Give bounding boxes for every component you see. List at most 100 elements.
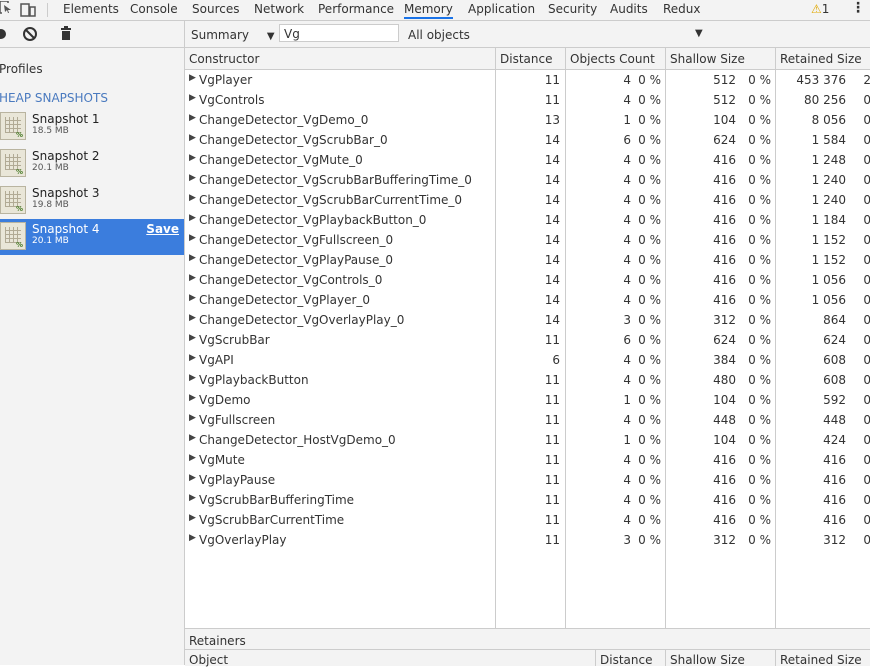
expand-arrow-icon[interactable]: ▶ — [189, 193, 196, 203]
retained-size-value: 1 240 — [811, 193, 846, 207]
expand-arrow-icon[interactable]: ▶ — [189, 413, 196, 423]
table-row[interactable]: ▶ VgOverlayPlay 11 3 0 % 312 0 % 312 0 — [185, 530, 870, 550]
table-row[interactable]: ▶ VgPlayPause 11 4 0 % 416 0 % 416 0 — [185, 470, 870, 490]
more-menu-icon[interactable]: ⋮ — [851, 0, 865, 16]
record-icon[interactable] — [0, 29, 6, 39]
tab-console[interactable]: Console — [130, 2, 178, 16]
inspect-element-icon[interactable] — [0, 0, 12, 18]
snapshot-name: Snapshot 1 — [32, 112, 100, 126]
expand-arrow-icon[interactable]: ▶ — [189, 453, 196, 463]
table-row[interactable]: ▶ ChangeDetector_VgDemo_0 13 1 0 % 104 0 % 8 05… — [185, 110, 870, 130]
shallow-size-percent: 0 % — [748, 133, 771, 147]
tab-application[interactable]: Application — [468, 2, 535, 16]
expand-arrow-icon[interactable]: ▶ — [189, 233, 196, 243]
objects-count-percent: 0 % — [638, 273, 661, 287]
snapshot-item[interactable]: Snapshot 2 20.1 MB — [0, 146, 184, 182]
table-row[interactable]: ▶ VgScrubBarBufferingTime 11 4 0 % 416 0 % 416 0 — [185, 490, 870, 510]
column-header-retained-size[interactable]: Retained Size — [780, 52, 862, 66]
class-filter-input[interactable]: Vg — [279, 24, 399, 42]
expand-arrow-icon[interactable]: ▶ — [189, 213, 196, 223]
table-row[interactable]: ▶ VgScrubBarCurrentTime 11 4 0 % 416 0 % 416 0 — [185, 510, 870, 530]
snapshot-item[interactable]: Snapshot 3 19.8 MB — [0, 183, 184, 219]
table-row[interactable]: ▶ VgFullscreen 11 4 0 % 448 0 % 448 0 — [185, 410, 870, 430]
expand-arrow-icon[interactable]: ▶ — [189, 93, 196, 103]
tab-security[interactable]: Security — [548, 2, 597, 16]
distance-value: 14 — [544, 193, 560, 207]
objects-count-percent: 0 % — [638, 493, 661, 507]
table-row[interactable]: ▶ ChangeDetector_VgFullscreen_0 14 4 0 % 416 0… — [185, 230, 870, 250]
objects-count-value: 4 — [623, 413, 631, 427]
table-row[interactable]: ▶ VgAPI 6 4 0 % 384 0 % 608 0 — [185, 350, 870, 370]
expand-arrow-icon[interactable]: ▶ — [189, 133, 196, 143]
column-header-objects-count[interactable]: Objects Count — [570, 52, 655, 66]
table-row[interactable]: ▶ VgScrubBar 11 6 0 % 624 0 % 624 0 — [185, 330, 870, 350]
expand-arrow-icon[interactable]: ▶ — [189, 313, 196, 323]
tab-network[interactable]: Network — [254, 2, 304, 16]
table-row[interactable]: ▶ VgPlayer 11 4 0 % 512 0 % 453 376 2 — [185, 70, 870, 90]
table-row[interactable]: ▶ ChangeDetector_VgControls_0 14 4 0 % 416 0 %… — [185, 270, 870, 290]
table-row[interactable]: ▶ ChangeDetector_VgOverlayPlay_0 14 3 0 % 312… — [185, 310, 870, 330]
snapshot-item[interactable]: Snapshot 1 18.5 MB — [0, 109, 184, 145]
column-divider — [775, 650, 776, 666]
expand-arrow-icon[interactable]: ▶ — [189, 253, 196, 263]
expand-arrow-icon[interactable]: ▶ — [189, 73, 196, 83]
table-row[interactable]: ▶ ChangeDetector_VgScrubBar_0 14 6 0 % 624 0 %… — [185, 130, 870, 150]
view-select[interactable]: Summary ▼ — [191, 28, 275, 42]
expand-arrow-icon[interactable]: ▶ — [189, 493, 196, 503]
expand-arrow-icon[interactable]: ▶ — [189, 473, 196, 483]
expand-arrow-icon[interactable]: ▶ — [189, 293, 196, 303]
expand-arrow-icon[interactable]: ▶ — [189, 513, 196, 523]
table-row[interactable]: ▶ VgMute 11 4 0 % 416 0 % 416 0 — [185, 450, 870, 470]
table-row[interactable]: ▶ VgPlaybackButton 11 4 0 % 480 0 % 608 0 — [185, 370, 870, 390]
objects-select[interactable]: All objects ▼ — [408, 28, 708, 42]
retained-size-percent: 0 — [863, 493, 870, 507]
expand-arrow-icon[interactable]: ▶ — [189, 353, 196, 363]
table-row[interactable]: ▶ ChangeDetector_VgPlayer_0 14 4 0 % 416 0 % 1 … — [185, 290, 870, 310]
table-row[interactable]: ▶ ChangeDetector_VgScrubBarCurrentTime_0 1… — [185, 190, 870, 210]
tab-elements[interactable]: Elements — [63, 2, 119, 16]
column-header-shallow-size[interactable]: Shallow Size — [670, 52, 745, 66]
retained-size-percent: 0 — [863, 373, 870, 387]
expand-arrow-icon[interactable]: ▶ — [189, 433, 196, 443]
save-snapshot-link[interactable]: Save — [146, 222, 179, 236]
expand-arrow-icon[interactable]: ▶ — [189, 333, 196, 343]
tab-audits[interactable]: Audits — [610, 2, 648, 16]
tab-sources[interactable]: Sources — [192, 2, 239, 16]
expand-arrow-icon[interactable]: ▶ — [189, 173, 196, 183]
expand-arrow-icon[interactable]: ▶ — [189, 273, 196, 283]
column-header-constructor[interactable]: Constructor — [189, 52, 259, 66]
column-header-distance[interactable]: Distance — [500, 52, 552, 66]
expand-arrow-icon[interactable]: ▶ — [189, 393, 196, 403]
tab-redux[interactable]: Redux — [663, 2, 701, 16]
constructor-name: ChangeDetector_VgDemo_0 — [199, 113, 369, 127]
table-row[interactable]: ▶ ChangeDetector_VgPlaybackButton_0 14 4 0 %… — [185, 210, 870, 230]
retained-size-percent: 0 — [863, 93, 870, 107]
table-row[interactable]: ▶ ChangeDetector_VgScrubBarBufferingTime_… — [185, 170, 870, 190]
distance-value: 14 — [544, 293, 560, 307]
snapshot-icon — [0, 222, 26, 250]
device-toolbar-icon[interactable] — [20, 1, 36, 20]
table-row[interactable]: ▶ ChangeDetector_VgPlayPause_0 14 4 0 % 416 0 … — [185, 250, 870, 270]
table-row[interactable]: ▶ VgControls 11 4 0 % 512 0 % 80 256 0 — [185, 90, 870, 110]
objects-count-value: 4 — [623, 193, 631, 207]
snapshot-item-selected[interactable]: Snapshot 4 20.1 MB Save — [0, 219, 184, 255]
table-row[interactable]: ▶ ChangeDetector_VgMute_0 14 4 0 % 416 0 % 1 24… — [185, 150, 870, 170]
objects-count-value: 4 — [623, 493, 631, 507]
warning-badge[interactable]: ⚠1 — [811, 2, 829, 16]
collect-garbage-icon[interactable] — [61, 26, 71, 43]
expand-arrow-icon[interactable]: ▶ — [189, 373, 196, 383]
devtools-tab-bar: Elements Console Sources Network Perform… — [0, 0, 870, 21]
clear-icon[interactable] — [23, 27, 37, 41]
constructor-name: VgScrubBar — [199, 333, 270, 347]
expand-arrow-icon[interactable]: ▶ — [189, 113, 196, 123]
distance-value: 11 — [544, 453, 560, 467]
retained-size-percent: 0 — [863, 233, 870, 247]
expand-arrow-icon[interactable]: ▶ — [189, 153, 196, 163]
table-row[interactable]: ▶ ChangeDetector_HostVgDemo_0 11 1 0 % 104 0 %… — [185, 430, 870, 450]
shallow-size-percent: 0 % — [748, 113, 771, 127]
tab-memory[interactable]: Memory — [404, 2, 453, 19]
tab-performance[interactable]: Performance — [318, 2, 394, 16]
expand-arrow-icon[interactable]: ▶ — [189, 533, 196, 543]
retained-size-percent: 2 — [863, 73, 870, 87]
table-row[interactable]: ▶ VgDemo 11 1 0 % 104 0 % 592 0 — [185, 390, 870, 410]
